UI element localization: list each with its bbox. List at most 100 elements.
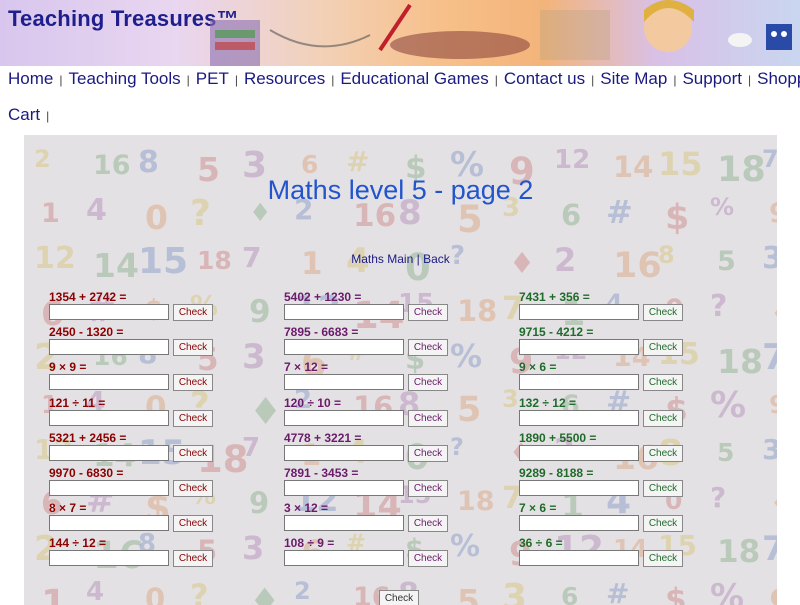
background-glyph: 18: [717, 534, 761, 570]
nav-link-contact-us[interactable]: Contact us: [504, 69, 585, 88]
check-button[interactable]: Check: [408, 374, 448, 392]
question-item: 9715 - 4212 = Check: [519, 325, 719, 360]
question-label: 3 × 12 =: [284, 501, 329, 516]
question-item: 5402 + 1230 = Check: [284, 290, 484, 325]
answer-input[interactable]: [284, 304, 404, 320]
check-button[interactable]: Check: [643, 409, 683, 427]
question-item: 121 ÷ 11 = Check: [49, 396, 249, 431]
answer-input[interactable]: [519, 515, 639, 532]
check-all-button[interactable]: Check: [379, 590, 419, 605]
check-button[interactable]: Check: [643, 374, 683, 392]
answer-input[interactable]: [49, 374, 169, 391]
background-glyph: 5: [717, 438, 735, 467]
banner-illustration: [210, 0, 792, 66]
answer-input[interactable]: [284, 515, 404, 532]
question-label: 9715 - 4212 =: [519, 325, 594, 340]
answer-input[interactable]: [49, 339, 169, 356]
question-label: 5321 + 2456 =: [49, 430, 127, 445]
question-item: 120 ÷ 10 = Check: [284, 396, 484, 431]
check-button[interactable]: Check: [408, 444, 448, 462]
nav-separator: |: [673, 73, 677, 87]
check-button[interactable]: Check: [173, 374, 213, 392]
question-column-1: 1354 + 2742 = Check 2450 - 1320 = Check 9 × …: [49, 290, 249, 572]
nav-link-cart[interactable]: Cart: [8, 105, 40, 124]
check-button[interactable]: Check: [173, 550, 213, 568]
question-label: 8 × 7 =: [49, 501, 87, 516]
nav-separator: |: [186, 73, 190, 87]
check-button[interactable]: Check: [408, 550, 448, 568]
check-button[interactable]: Check: [408, 339, 448, 357]
nav-separator: |: [331, 73, 335, 87]
check-button[interactable]: Check: [643, 550, 683, 568]
question-label: 120 ÷ 10 =: [284, 395, 341, 410]
check-button[interactable]: Check: [173, 444, 213, 462]
answer-input[interactable]: [49, 479, 169, 496]
question-column-2: 5402 + 1230 = Check 7895 - 6683 = Check 7 × …: [284, 290, 484, 572]
answer-input[interactable]: [519, 409, 639, 426]
nav-link-home[interactable]: Home: [8, 69, 53, 88]
question-item: 1354 + 2742 = Check: [49, 290, 249, 325]
question-item: 132 ÷ 12 = Check: [519, 396, 719, 431]
answer-input[interactable]: [284, 479, 404, 496]
check-button[interactable]: Check: [173, 479, 213, 497]
nav-link-pet[interactable]: PET: [196, 69, 229, 88]
answer-input[interactable]: [284, 550, 404, 567]
sub-navigation: Maths Main | Back: [24, 252, 777, 266]
answer-input[interactable]: [519, 444, 639, 461]
check-button[interactable]: Check: [173, 304, 213, 321]
back-link[interactable]: Back: [423, 252, 450, 266]
check-button[interactable]: Check: [643, 515, 683, 533]
background-glyph: #: [606, 577, 630, 605]
answer-input[interactable]: [284, 339, 404, 356]
question-label: 9289 - 8188 =: [519, 465, 594, 480]
answer-input[interactable]: [519, 304, 639, 320]
nav-link-shopping[interactable]: Shopping: [757, 69, 800, 88]
check-button[interactable]: Check: [643, 479, 683, 497]
question-item: 7 × 12 = Check: [284, 360, 484, 395]
answer-input[interactable]: [49, 550, 169, 567]
answer-input[interactable]: [519, 374, 639, 391]
question-label: 7891 - 3453 =: [284, 465, 359, 480]
nav-link-teaching-tools[interactable]: Teaching Tools: [68, 69, 180, 88]
nav-link-educational-games[interactable]: Educational Games: [340, 69, 488, 88]
check-button[interactable]: Check: [643, 444, 683, 462]
question-label: 121 ÷ 11 =: [49, 395, 106, 410]
answer-input[interactable]: [284, 409, 404, 426]
background-glyph: 3: [502, 385, 519, 413]
maths-main-link[interactable]: Maths Main: [351, 252, 413, 266]
check-button[interactable]: Check: [408, 304, 448, 321]
check-button[interactable]: Check: [408, 409, 448, 427]
background-glyph: 12: [554, 145, 591, 175]
answer-input[interactable]: [49, 409, 169, 426]
nav-link-site-map[interactable]: Site Map: [600, 69, 667, 88]
check-button[interactable]: Check: [643, 339, 683, 357]
answer-input[interactable]: [519, 550, 639, 567]
background-glyph: ♦: [249, 390, 283, 433]
answer-input[interactable]: [519, 479, 639, 496]
answer-input[interactable]: [49, 444, 169, 461]
question-item: 5321 + 2456 = Check: [49, 431, 249, 466]
answer-input[interactable]: [49, 515, 169, 532]
question-item: 7891 - 3453 = Check: [284, 466, 484, 501]
content-panel: 2168536#$%9121415187140?♦2168536#$%91214…: [24, 135, 777, 605]
check-button[interactable]: Check: [173, 409, 213, 427]
background-glyph: 6: [561, 582, 579, 605]
question-label: 5402 + 1230 =: [284, 290, 362, 304]
check-button[interactable]: Check: [643, 304, 683, 321]
nav-link-support[interactable]: Support: [682, 69, 742, 88]
check-button[interactable]: Check: [173, 339, 213, 357]
question-label: 7 × 6 =: [519, 501, 557, 516]
answer-input[interactable]: [284, 374, 404, 391]
check-button[interactable]: Check: [408, 479, 448, 497]
question-item: 2450 - 1320 = Check: [49, 325, 249, 360]
nav-link-resources[interactable]: Resources: [244, 69, 325, 88]
nav-separator: |: [591, 73, 595, 87]
answer-input[interactable]: [519, 339, 639, 356]
answer-input[interactable]: [49, 304, 169, 320]
check-button[interactable]: Check: [173, 515, 213, 533]
nav-separator: |: [494, 73, 498, 87]
answer-input[interactable]: [284, 444, 404, 461]
question-item: 3 × 12 = Check: [284, 501, 484, 536]
check-button[interactable]: Check: [408, 515, 448, 533]
background-glyph: 9: [249, 486, 270, 520]
